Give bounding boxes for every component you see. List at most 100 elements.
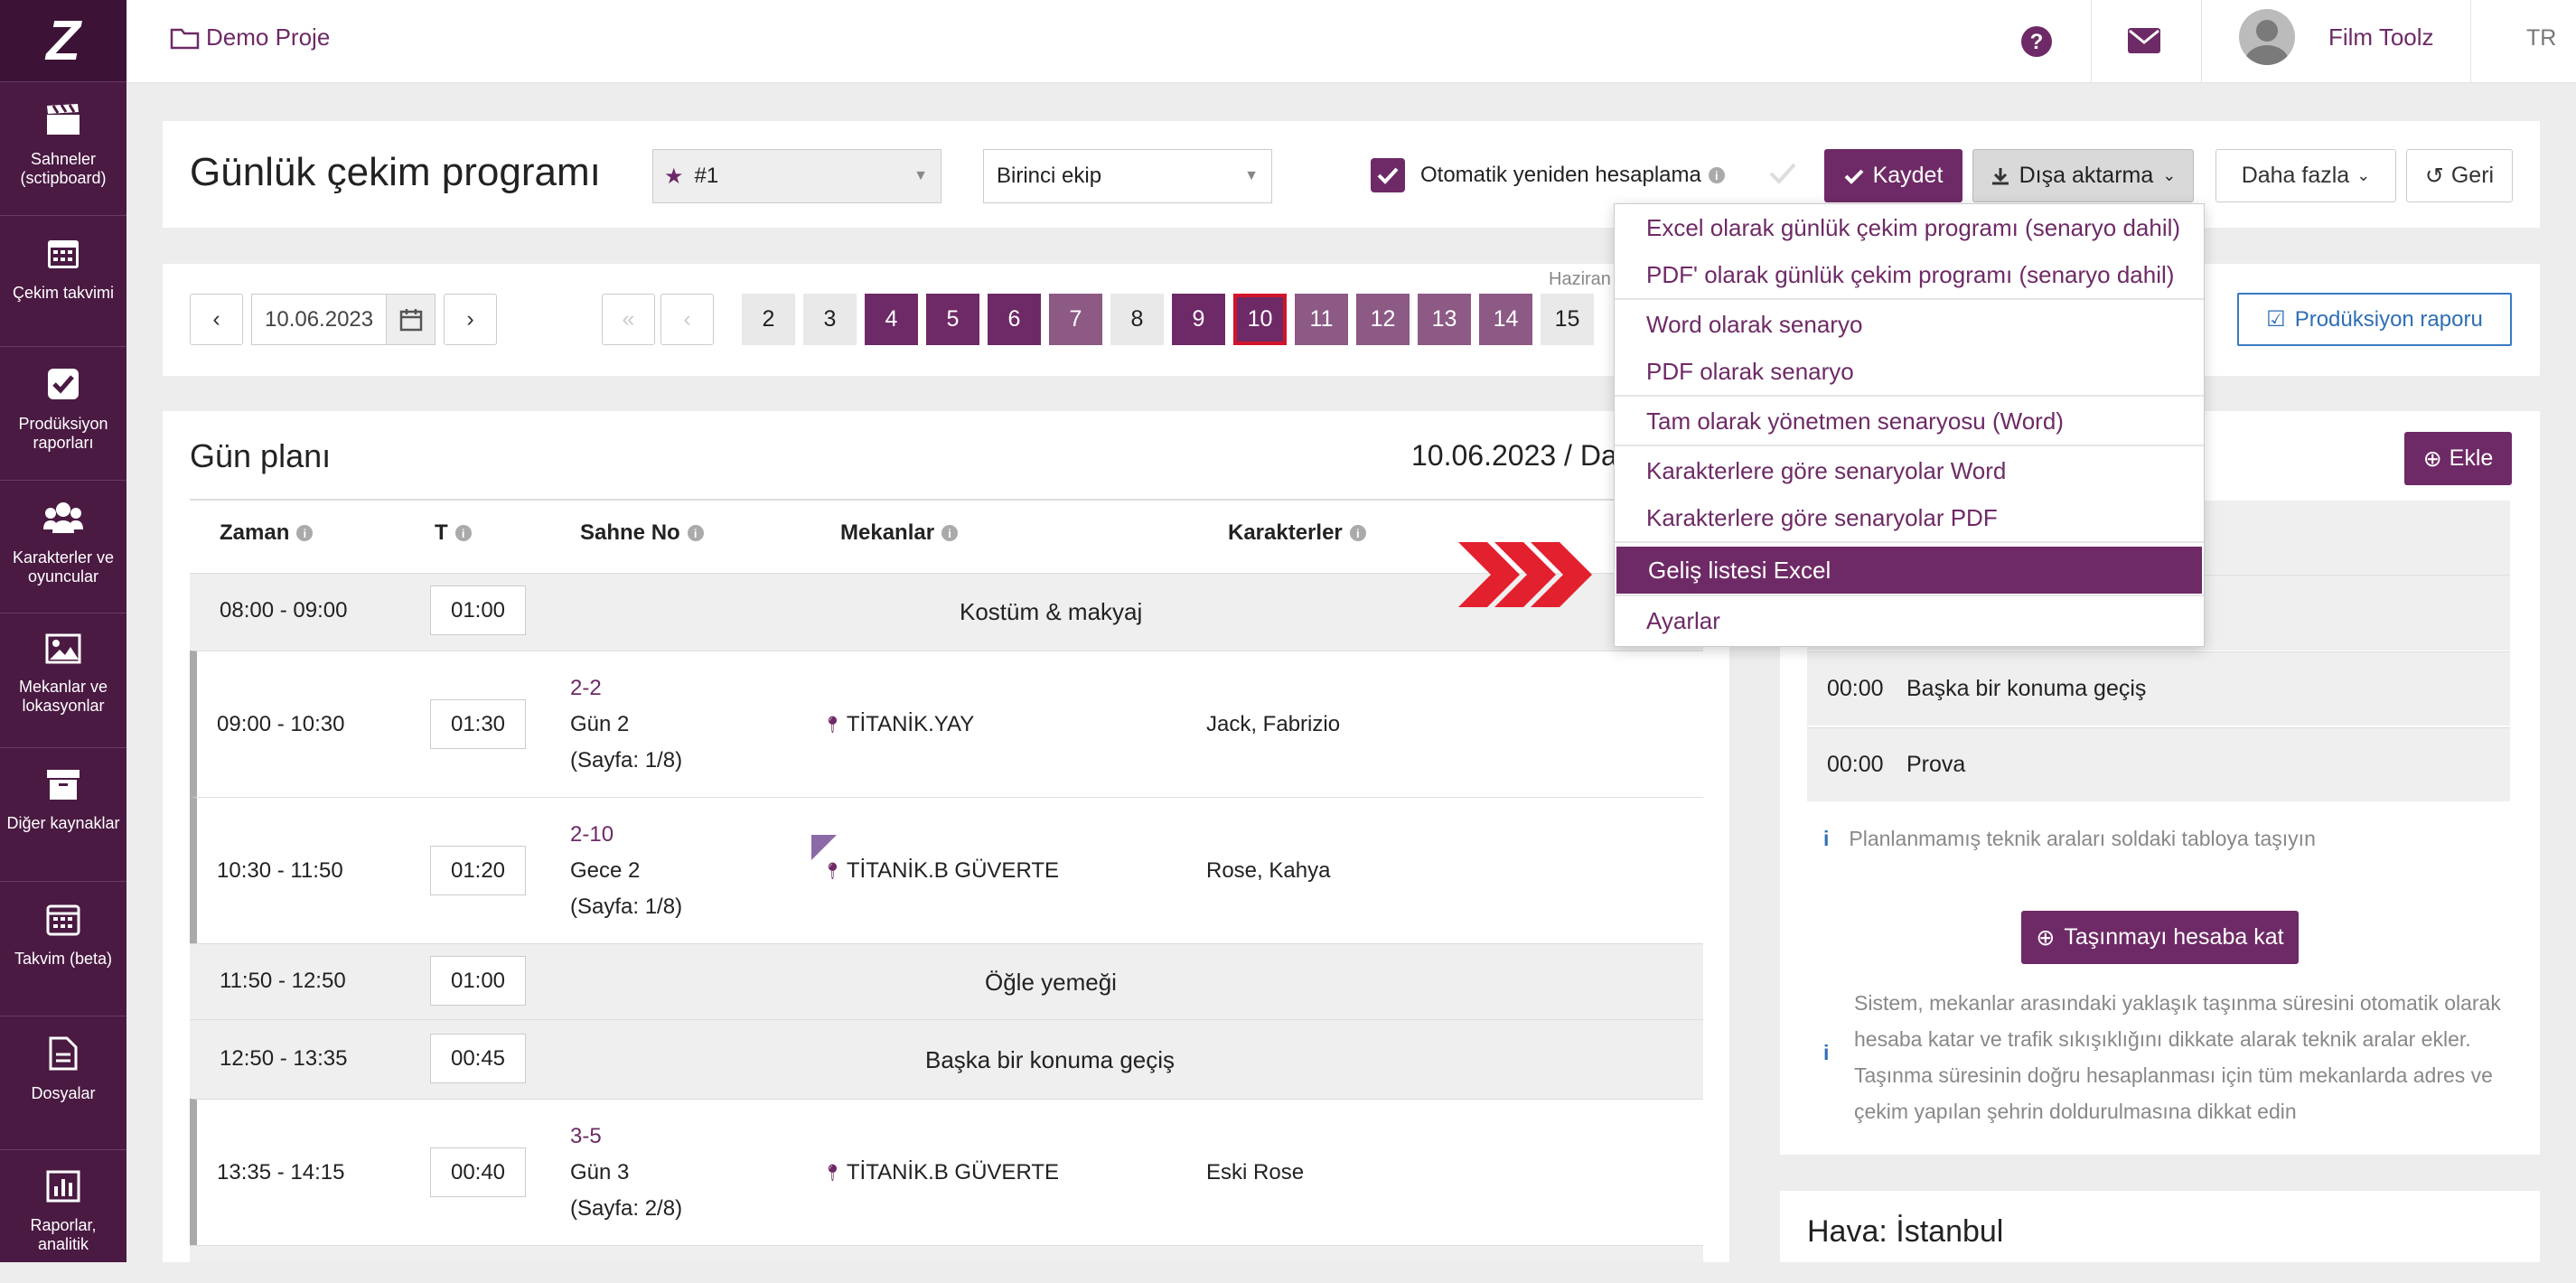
sidebar-item-1[interactable]: Sahneler (sctipboard) <box>0 81 126 215</box>
duration-input[interactable]: 01:00 <box>430 956 526 1006</box>
row-time: 11:50 - 12:50 <box>220 969 346 993</box>
location[interactable]: 📍︎ TİTANİK.B GÜVERTE <box>822 858 1059 884</box>
team-select[interactable]: Birinci ekip ▼ <box>983 149 1272 203</box>
location-name: TİTANİK.B GÜVERTE <box>846 858 1060 883</box>
menu-item-settings[interactable]: Ayarlar <box>1615 597 2204 644</box>
day-button[interactable]: 15 <box>1541 294 1594 345</box>
sidebar-item-4[interactable]: Karakterler ve oyuncular <box>0 480 126 613</box>
divider <box>2091 0 2092 83</box>
next-day-button[interactable]: › <box>444 294 497 345</box>
sidebar-item-7[interactable]: Takvim (beta) <box>0 881 126 1015</box>
month-label: Haziran <box>1549 269 1611 289</box>
save-button[interactable]: Kaydet <box>1824 149 1962 202</box>
date-input[interactable]: 10.06.2023 <box>251 294 387 345</box>
location[interactable]: 📍︎ TİTANİK.YAY <box>822 712 974 737</box>
menu-item-word-script[interactable]: Word olarak senaryo <box>1615 301 2204 348</box>
sidebar-item-8[interactable]: Dosyalar <box>0 1016 126 1149</box>
divider <box>1615 541 2204 543</box>
project-link[interactable]: Demo Proje <box>170 23 330 52</box>
help-icon[interactable]: ? <box>2020 25 2053 62</box>
sidebar-item-9[interactable]: Raporlar, analitik <box>0 1149 126 1283</box>
avatar[interactable] <box>2239 9 2295 65</box>
edit-icon: ☑ <box>2266 307 2286 332</box>
chevron-down-icon: ⌄ <box>2162 166 2177 184</box>
sidebar-item-label: Takvim (beta) <box>14 950 113 968</box>
mail-icon[interactable] <box>2127 27 2161 59</box>
scene-number-link[interactable]: 2-2 <box>570 676 602 701</box>
duration-input[interactable]: 01:00 <box>430 585 526 635</box>
sidebar-item-6[interactable]: Diğer kaynaklar <box>0 747 126 881</box>
app-logo[interactable]: Z <box>0 0 126 81</box>
day-button[interactable]: 6 <box>988 294 1041 345</box>
menu-item-characters-pdf[interactable]: Karakterlere göre senaryolar PDF <box>1615 494 2204 541</box>
duration-input[interactable]: 01:30 <box>430 699 526 749</box>
check-square-icon <box>46 347 80 415</box>
day-button[interactable]: 7 <box>1049 294 1102 345</box>
divider <box>190 499 1703 501</box>
hint: i Planlanmamış teknik araları soldaki ta… <box>1823 827 2316 851</box>
menu-item-excel-schedule[interactable]: Excel olarak günlük çekim programı (sena… <box>1615 204 2204 251</box>
user-name[interactable]: Film Toolz <box>2328 23 2434 52</box>
menu-item-characters-word[interactable]: Karakterlere göre senaryolar Word <box>1615 447 2204 494</box>
first-page-button[interactable]: « <box>602 294 655 345</box>
auto-recalc-label-wrap: Otomatik yeniden hesaplama i <box>1420 163 1725 188</box>
hint-text: Planlanmamış teknik araları soldaki tabl… <box>1849 827 2316 850</box>
scene-page: (Sayfa: 1/8) <box>570 748 683 773</box>
language-switch[interactable]: TR <box>2526 25 2556 52</box>
calendar-grid-icon <box>46 882 80 950</box>
day-button[interactable]: 14 <box>1479 294 1532 345</box>
day-button[interactable]: 4 <box>865 294 918 345</box>
break-label: Prova <box>1906 752 1966 777</box>
scene-number-link[interactable]: 3-5 <box>570 1124 602 1149</box>
day-button[interactable]: 5 <box>926 294 979 345</box>
day-button[interactable]: 11 <box>1295 294 1348 345</box>
duration-input[interactable]: 00:40 <box>430 1147 526 1197</box>
sidebar-item-label: Çekim takvimi <box>12 284 114 302</box>
export-button[interactable]: Dışa aktarma ⌄ <box>1972 149 2194 202</box>
day-plan-title: Gün planı <box>190 437 332 474</box>
schedule-select[interactable]: ★ #1 ▼ <box>652 149 941 203</box>
day-button[interactable]: 9 <box>1172 294 1225 345</box>
scene-day: Gece 2 <box>570 858 641 883</box>
scene-number-link[interactable]: 2-10 <box>570 822 614 848</box>
menu-item-pdf-schedule[interactable]: PDF' olarak günlük çekim programı (senar… <box>1615 251 2204 298</box>
chevron-right-icon: › <box>466 306 474 332</box>
sidebar-item-5[interactable]: Mekanlar ve lokasyonlar <box>0 613 126 746</box>
divider <box>1615 595 2204 596</box>
top-bar: Demo Proje ? Film Toolz TR <box>126 0 2576 83</box>
duration-input[interactable]: 00:45 <box>430 1034 526 1083</box>
duration-input[interactable]: 01:20 <box>430 846 526 895</box>
day-button[interactable]: 3 <box>803 294 857 345</box>
table-row[interactable] <box>190 943 1703 1019</box>
bar-chart-icon <box>46 1150 80 1216</box>
auto-recalc-checkbox[interactable] <box>1371 158 1405 192</box>
production-report-button[interactable]: ☑ Prodüksiyon raporu <box>2237 293 2512 346</box>
menu-item-pdf-script[interactable]: PDF olarak senaryo <box>1615 348 2204 395</box>
menu-item-arrival-list-excel[interactable]: Geliş listesi Excel <box>1616 547 2202 594</box>
sidebar-item-2[interactable]: Çekim takvimi <box>0 215 126 349</box>
prev-page-button[interactable]: ‹ <box>660 294 714 345</box>
menu-item-director-script[interactable]: Tam olarak yönetmen senaryosu (Word) <box>1615 398 2204 445</box>
day-button[interactable]: 13 <box>1418 294 1471 345</box>
sidebar-item-label: Raporlar, analitik <box>30 1216 97 1253</box>
break-row[interactable]: 00:00 Prova <box>1807 727 2510 801</box>
day-button[interactable]: 12 <box>1356 294 1410 345</box>
back-button[interactable]: ↺ Geri <box>2406 149 2513 202</box>
calculate-transfer-button[interactable]: ⊕ Taşınmayı hesaba kat <box>2021 911 2299 964</box>
production-report-label: Prodüksiyon raporu <box>2294 306 2483 332</box>
prev-day-button[interactable]: ‹ <box>190 294 243 345</box>
day-button[interactable]: 10 <box>1233 294 1287 345</box>
file-icon <box>49 1016 78 1084</box>
add-button[interactable]: ⊕ Ekle <box>2404 432 2512 485</box>
sidebar-item-label: Karakterler ve oyuncular <box>12 548 115 585</box>
day-button[interactable]: 2 <box>742 294 795 345</box>
calendar-icon[interactable] <box>386 294 436 345</box>
chevron-down-icon: ⌄ <box>2356 166 2371 184</box>
table-row <box>190 1245 1703 1262</box>
chevron-left-icon: ‹ <box>683 306 691 332</box>
day-button[interactable]: 8 <box>1110 294 1164 345</box>
break-row[interactable]: 00:00 Başka bir konuma geçiş <box>1807 651 2510 726</box>
more-button[interactable]: Daha fazla ⌄ <box>2215 149 2396 202</box>
sidebar-item-3[interactable]: Prodüksiyon raporları <box>0 346 126 480</box>
location[interactable]: 📍︎ TİTANİK.B GÜVERTE <box>822 1160 1059 1185</box>
